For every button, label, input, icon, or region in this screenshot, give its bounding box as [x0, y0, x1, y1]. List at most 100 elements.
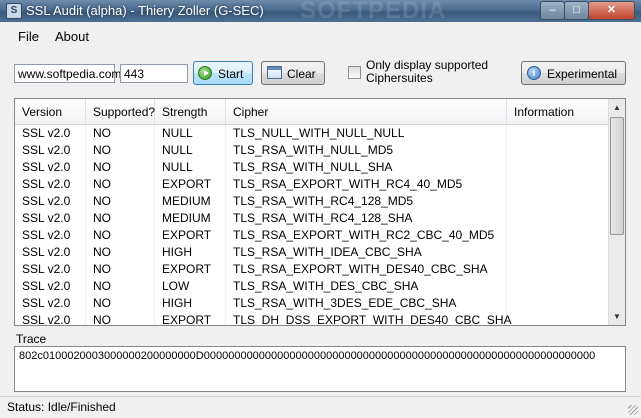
table-row[interactable]: SSL v2.0 NO MEDIUM TLS_RSA_WITH_RC4_128_MD5 [15, 193, 609, 210]
cell-cipher: TLS_RSA_WITH_3DES_EDE_CBC_SHA [226, 295, 507, 312]
info-icon: i [527, 66, 541, 80]
cell-version: SSL v2.0 [15, 142, 86, 159]
table-row[interactable]: SSL v2.0 NO NULL TLS_RSA_WITH_NULL_SHA [15, 159, 609, 176]
cell-version: SSL v2.0 [15, 227, 86, 244]
experimental-button-label: Experimental [547, 67, 618, 81]
cell-information [507, 176, 609, 193]
cell-cipher: TLS_RSA_WITH_RC4_128_SHA [226, 210, 507, 227]
cell-supported: NO [86, 193, 155, 210]
column-header-cipher[interactable]: Cipher [226, 99, 507, 124]
cell-cipher: TLS_RSA_WITH_RC4_128_MD5 [226, 193, 507, 210]
cell-strength: EXPORT [155, 176, 226, 193]
status-bar: Status: Idle/Finished [0, 396, 641, 418]
cell-cipher: TLS_RSA_WITH_NULL_SHA [226, 159, 507, 176]
results-table[interactable]: Version Supported? Strength Cipher Infor… [14, 98, 626, 326]
column-header-information[interactable]: Information [507, 99, 609, 124]
table-row[interactable]: SSL v2.0 NO HIGH TLS_RSA_WITH_IDEA_CBC_SHA [15, 244, 609, 261]
scroll-up-icon[interactable]: ▲ [609, 99, 625, 116]
start-button[interactable]: Start [193, 61, 253, 85]
trace-output[interactable]: 802c0100020003000000200000000D0000000000… [14, 346, 626, 392]
column-header-supported[interactable]: Supported? [86, 99, 155, 124]
minimize-button[interactable]: – [540, 1, 565, 20]
only-supported-checkbox[interactable] [348, 66, 361, 79]
cell-version: SSL v2.0 [15, 312, 86, 325]
table-row[interactable]: SSL v2.0 NO EXPORT TLS_RSA_EXPORT_WITH_RC2_… [15, 227, 609, 244]
cell-version: SSL v2.0 [15, 261, 86, 278]
table-row[interactable]: SSL v2.0 NO EXPORT TLS_DH_DSS_EXPORT_WITH_D… [15, 312, 609, 325]
cell-supported: NO [86, 312, 155, 325]
cell-version: SSL v2.0 [15, 125, 86, 142]
only-supported-label[interactable]: Only display supported Ciphersuites [366, 59, 488, 85]
cell-information [507, 193, 609, 210]
cell-information [507, 210, 609, 227]
cell-information [507, 159, 609, 176]
cell-supported: NO [86, 244, 155, 261]
cell-cipher: TLS_RSA_WITH_IDEA_CBC_SHA [226, 244, 507, 261]
menu-file[interactable]: File [18, 29, 39, 44]
cell-version: SSL v2.0 [15, 295, 86, 312]
cell-strength: EXPORT [155, 261, 226, 278]
cell-strength: NULL [155, 142, 226, 159]
cell-supported: NO [86, 125, 155, 142]
cell-version: SSL v2.0 [15, 176, 86, 193]
experimental-button[interactable]: i Experimental [521, 61, 626, 85]
cell-information [507, 278, 609, 295]
window-title: SSL Audit (alpha) - Thiery Zoller (G-SEC… [26, 3, 264, 18]
cell-version: SSL v2.0 [15, 278, 86, 295]
table-body: SSL v2.0 NO NULL TLS_NULL_WITH_NULL_NULL SSL… [15, 125, 609, 325]
table-row[interactable]: SSL v2.0 NO EXPORT TLS_RSA_EXPORT_WITH_RC4_… [15, 176, 609, 193]
table-row[interactable]: SSL v2.0 NO EXPORT TLS_RSA_EXPORT_WITH_DES4… [15, 261, 609, 278]
cell-version: SSL v2.0 [15, 193, 86, 210]
column-header-strength[interactable]: Strength [155, 99, 226, 124]
maximize-button[interactable]: □ [564, 1, 589, 20]
cell-information [507, 261, 609, 278]
table-header: Version Supported? Strength Cipher Infor… [15, 99, 609, 125]
cell-information [507, 312, 609, 325]
scroll-down-icon[interactable]: ▼ [609, 308, 625, 325]
cell-cipher: TLS_RSA_WITH_DES_CBC_SHA [226, 278, 507, 295]
cell-strength: NULL [155, 159, 226, 176]
cell-version: SSL v2.0 [15, 244, 86, 261]
cell-cipher: TLS_RSA_WITH_NULL_MD5 [226, 142, 507, 159]
cell-cipher: TLS_RSA_EXPORT_WITH_DES40_CBC_SHA [226, 261, 507, 278]
play-icon [198, 66, 212, 80]
table-row[interactable]: SSL v2.0 NO MEDIUM TLS_RSA_WITH_RC4_128_SHA [15, 210, 609, 227]
scrollbar-thumb[interactable] [610, 117, 624, 235]
cell-supported: NO [86, 159, 155, 176]
cell-supported: NO [86, 176, 155, 193]
cell-cipher: TLS_RSA_EXPORT_WITH_RC2_CBC_40_MD5 [226, 227, 507, 244]
cell-information [507, 142, 609, 159]
cell-information [507, 125, 609, 142]
table-row[interactable]: SSL v2.0 NO LOW TLS_RSA_WITH_DES_CBC_SHA [15, 278, 609, 295]
cell-cipher: TLS_DH_DSS_EXPORT_WITH_DES40_CBC_SHA [226, 312, 512, 325]
cell-strength: HIGH [155, 295, 226, 312]
clear-button-label: Clear [287, 67, 316, 81]
title-bar[interactable]: S SSL Audit (alpha) - Thiery Zoller (G-S… [0, 0, 641, 24]
close-button[interactable]: ✕ [588, 1, 635, 20]
cell-cipher: TLS_NULL_WITH_NULL_NULL [226, 125, 507, 142]
cell-information [507, 244, 609, 261]
cell-strength: NULL [155, 125, 226, 142]
table-row[interactable]: SSL v2.0 NO NULL TLS_NULL_WITH_NULL_NULL [15, 125, 609, 142]
port-input[interactable]: 443 [120, 64, 188, 83]
cell-supported: NO [86, 261, 155, 278]
table-row[interactable]: SSL v2.0 NO NULL TLS_RSA_WITH_NULL_MD5 [15, 142, 609, 159]
column-header-version[interactable]: Version [15, 99, 86, 124]
cell-supported: NO [86, 295, 155, 312]
cell-supported: NO [86, 227, 155, 244]
cell-information [507, 295, 609, 312]
resize-grip-icon[interactable] [628, 405, 638, 415]
cell-supported: NO [86, 278, 155, 295]
vertical-scrollbar[interactable]: ▲ ▼ [608, 99, 625, 325]
menu-about[interactable]: About [55, 29, 89, 44]
window-clear-icon [267, 66, 282, 79]
cell-information [507, 227, 609, 244]
host-input[interactable]: www.softpedia.com [14, 64, 121, 83]
cell-strength: LOW [155, 278, 226, 295]
table-row[interactable]: SSL v2.0 NO HIGH TLS_RSA_WITH_3DES_EDE_CBC_… [15, 295, 609, 312]
trace-label: Trace [16, 332, 47, 346]
cell-cipher: TLS_RSA_EXPORT_WITH_RC4_40_MD5 [226, 176, 507, 193]
start-button-label: Start [218, 67, 244, 81]
cell-strength: HIGH [155, 244, 226, 261]
clear-button[interactable]: Clear [261, 61, 325, 85]
